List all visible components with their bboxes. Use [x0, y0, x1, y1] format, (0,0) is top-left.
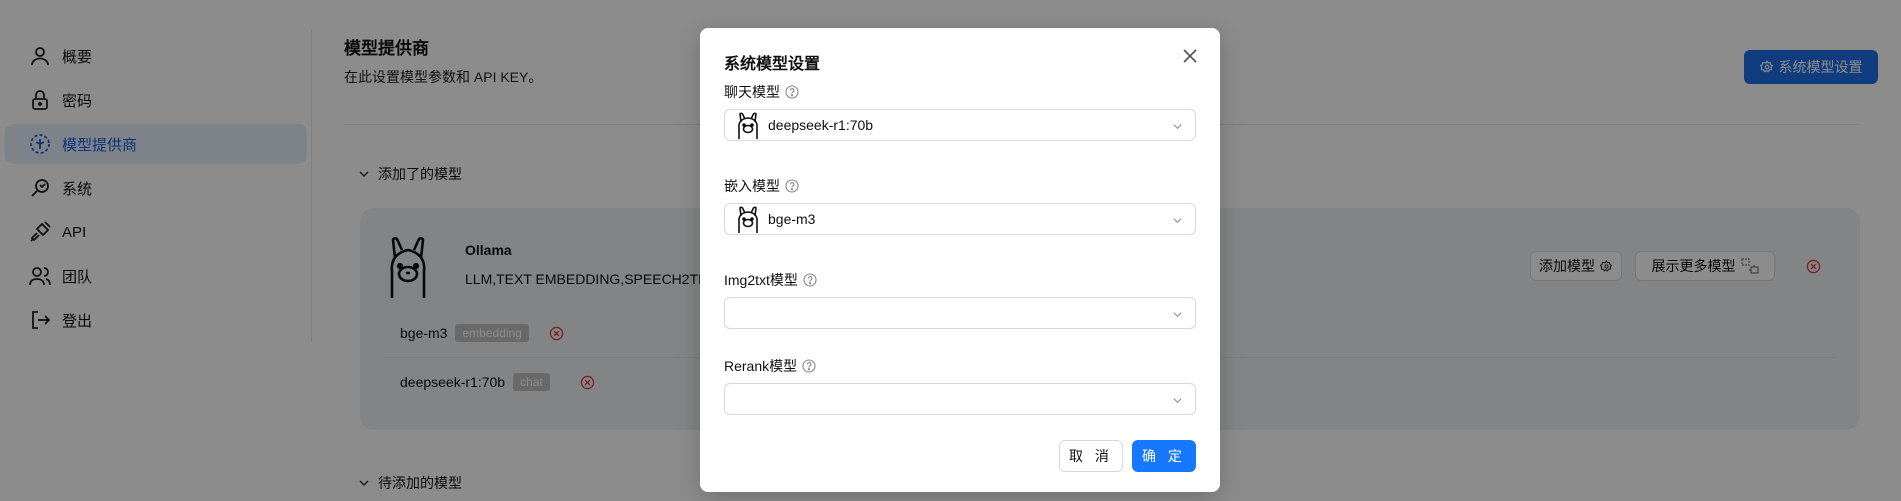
dialog-title: 系统模型设置 [724, 56, 821, 73]
chat-model-value: deepseek-r1:70b [768, 117, 874, 133]
help-circle-icon[interactable] [803, 273, 817, 287]
field-label-text: 嵌入模型 [724, 178, 780, 194]
chevron-down-icon [1173, 312, 1182, 318]
img2txt-model-label: Img2txt模型 [724, 270, 817, 290]
field-label-text: Rerank模型 [724, 358, 798, 374]
system-model-settings-dialog: 系统模型设置 聊天模型 deepseek-r1:70b 嵌入模型 bge-m3 … [700, 28, 1220, 492]
rerank-model-label: Rerank模型 [724, 356, 816, 376]
chevron-down-icon [1173, 398, 1182, 404]
close-icon[interactable] [1181, 47, 1199, 65]
cancel-button[interactable]: 取 消 [1059, 440, 1123, 472]
rerank-model-select[interactable] [724, 383, 1196, 415]
chevron-down-icon [1173, 218, 1182, 224]
field-label-text: Img2txt模型 [724, 272, 798, 288]
img2txt-model-select[interactable] [724, 297, 1196, 329]
chat-model-label: 聊天模型 [724, 82, 799, 102]
ollama-llama-icon [738, 206, 758, 233]
confirm-button[interactable]: 确 定 [1132, 440, 1196, 472]
help-circle-icon[interactable] [785, 179, 799, 193]
help-circle-icon[interactable] [802, 359, 816, 373]
embedding-model-select[interactable]: bge-m3 [724, 203, 1196, 235]
chevron-down-icon [1173, 124, 1182, 130]
ollama-llama-icon [738, 112, 758, 139]
help-circle-icon[interactable] [785, 85, 799, 99]
chat-model-select[interactable]: deepseek-r1:70b [724, 109, 1196, 141]
embedding-model-value: bge-m3 [768, 211, 816, 227]
field-label-text: 聊天模型 [724, 84, 780, 100]
embedding-model-label: 嵌入模型 [724, 176, 799, 196]
